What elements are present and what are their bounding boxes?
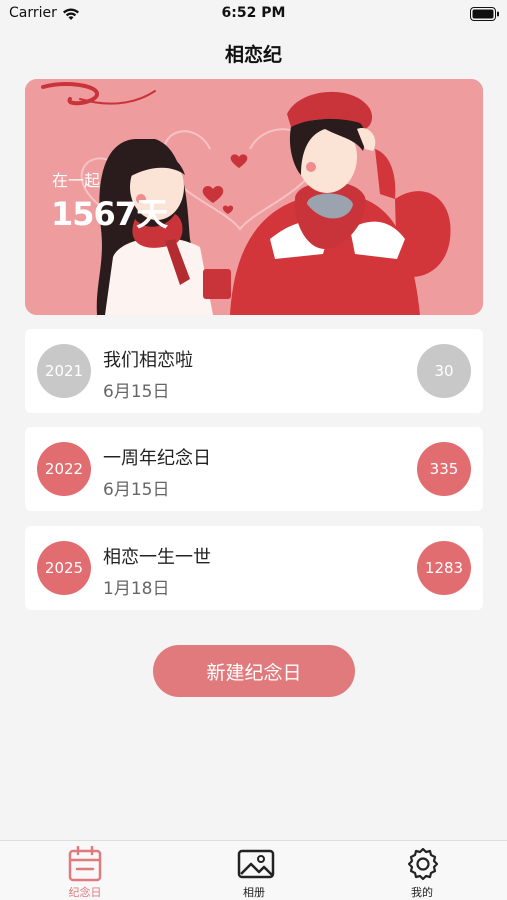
day-count-badge: 30 (417, 344, 471, 398)
day-count-badge: 335 (417, 442, 471, 496)
together-label: 在一起 (52, 171, 101, 190)
tab-label: 纪念日 (68, 886, 102, 899)
together-days-counter: 1567天 (51, 195, 168, 233)
year-badge: 2025 (37, 541, 91, 595)
tab-label: 我的 (411, 886, 433, 899)
year-badge: 2021 (37, 344, 91, 398)
anniversary-title: 我们相恋啦 (103, 350, 193, 371)
anniversary-date: 6月15日 (103, 382, 170, 402)
year-badge: 2022 (37, 442, 91, 496)
tab-album[interactable]: 相册 (194, 841, 314, 900)
hero-banner: 在一起 1567天 (25, 79, 483, 315)
gear-icon (407, 847, 439, 881)
tab-bar: 纪念日 相册 我的 (0, 840, 507, 900)
anniversary-card[interactable]: 2022 一周年纪念日 6月15日 335 (25, 427, 483, 511)
page-title: 相恋纪 (224, 44, 282, 66)
photo-icon (237, 849, 275, 879)
clock: 6:52 PM (221, 5, 286, 21)
app-screen: Carrier 6:52 PM 相恋纪 在一起 1567天 2021 我们相恋啦… (0, 0, 507, 900)
anniversary-card[interactable]: 2021 我们相恋啦 6月15日 30 (25, 329, 483, 413)
anniversary-card[interactable]: 2025 相恋一生一世 1月18日 1283 (25, 526, 483, 610)
status-bar: Carrier 6:52 PM (0, 0, 507, 28)
battery-icon (470, 6, 500, 25)
new-anniversary-button[interactable]: 新建纪念日 (153, 645, 355, 697)
calendar-icon (68, 846, 102, 882)
tab-anniversary[interactable]: 纪念日 (25, 841, 145, 900)
anniversary-title: 相恋一生一世 (103, 547, 211, 568)
day-count-badge: 1283 (417, 541, 471, 595)
anniversary-date: 1月18日 (103, 579, 170, 599)
tab-profile[interactable]: 我的 (362, 841, 482, 900)
anniversary-date: 6月15日 (103, 480, 170, 500)
tab-label: 相册 (243, 886, 265, 899)
anniversary-title: 一周年纪念日 (103, 448, 211, 469)
